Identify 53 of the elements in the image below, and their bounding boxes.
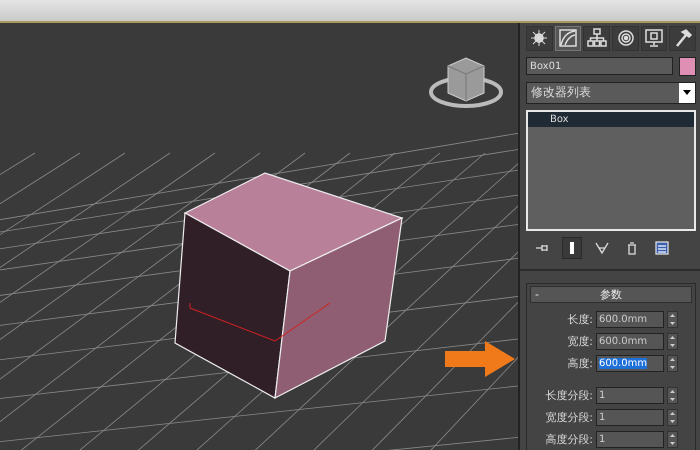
down-arrow-icon (670, 322, 675, 325)
panel-tab[interactable] (526, 26, 553, 51)
color-swatch[interactable] (679, 56, 696, 76)
down-arrow-icon (670, 420, 675, 423)
stack-tool-button[interactable] (562, 237, 582, 259)
param-label: 高度: (567, 356, 593, 371)
name-field[interactable]: Box01 (526, 57, 673, 76)
modifier-dropdown[interactable]: 修改器列表 (526, 82, 696, 104)
caret-icon (683, 90, 691, 96)
panel-tab[interactable] (612, 26, 639, 51)
config-icon (655, 241, 669, 255)
param-label: 宽度分段: (545, 410, 593, 425)
curve-icon (558, 28, 578, 48)
spinner-control[interactable] (667, 355, 678, 372)
rollout-title: 参数 (599, 287, 623, 302)
arrow-icon (445, 341, 515, 377)
panel-tab[interactable] (554, 26, 582, 51)
starburst-icon (529, 28, 550, 48)
param-field[interactable]: 600.0mm (596, 355, 664, 372)
up-arrow-icon (670, 412, 675, 416)
up-arrow-icon (670, 358, 675, 362)
up-arrow-icon (670, 434, 675, 438)
param-label: 高度分段: (545, 432, 593, 447)
hierarchy-icon (586, 28, 607, 48)
panel-tab[interactable] (640, 26, 668, 51)
param-field[interactable]: 1 (596, 409, 664, 426)
up-arrow-icon (670, 336, 675, 340)
spinner-control[interactable] (667, 387, 678, 404)
spinner-control[interactable] (667, 333, 678, 350)
spinner-control[interactable] (667, 431, 678, 448)
rollout-header[interactable]: - 参数 (530, 286, 692, 303)
up-arrow-icon (670, 390, 675, 394)
param-field[interactable]: 1 (596, 387, 664, 404)
param-label: 宽度: (567, 334, 593, 349)
param-field[interactable]: 600.0mm (596, 333, 664, 350)
bin-icon (625, 241, 639, 255)
down-arrow-icon (670, 366, 675, 369)
fork-icon (595, 241, 609, 255)
param-label: 长度分段: (545, 388, 593, 403)
down-arrow-icon (670, 442, 675, 445)
monitor-icon (644, 28, 664, 48)
spinner-control[interactable] (667, 409, 678, 426)
spinner-control[interactable] (667, 311, 678, 328)
panel-tab[interactable] (583, 26, 610, 51)
down-arrow-icon (670, 344, 675, 347)
param-field[interactable]: 600.0mm (596, 311, 664, 328)
param-label: 长度: (567, 312, 593, 327)
stack-item[interactable]: Box (528, 112, 694, 127)
param-field[interactable]: 1 (596, 431, 664, 448)
collapse-sign[interactable]: - (531, 288, 547, 301)
up-arrow-icon (670, 314, 675, 318)
panel-tab[interactable] (669, 26, 696, 51)
down-arrow-icon (670, 398, 675, 401)
